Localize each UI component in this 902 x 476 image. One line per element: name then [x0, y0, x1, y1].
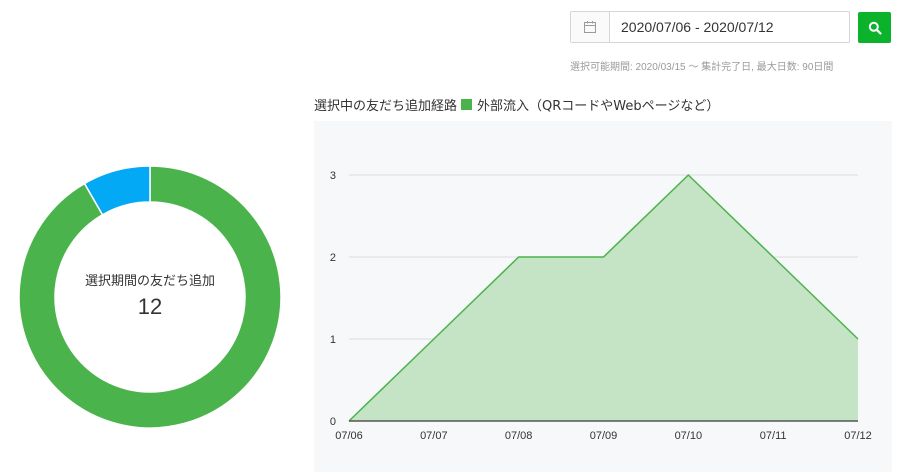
search-button[interactable]	[858, 12, 891, 43]
x-tick-label: 07/06	[335, 430, 363, 442]
data-point[interactable]	[685, 172, 691, 178]
x-tick-label: 07/09	[590, 430, 618, 442]
data-point[interactable]	[431, 336, 437, 342]
x-tick-label: 07/07	[420, 430, 448, 442]
donut-chart: 選択期間の友だち追加 12	[18, 165, 282, 429]
search-icon	[868, 21, 882, 35]
area-chart-panel: 0 1 2 3 07/06 07/07 07/08 07/09 07/10 07/11 07/12	[314, 121, 892, 472]
chart-title: 選択中の友だち追加経路	[314, 99, 458, 114]
data-point[interactable]	[601, 254, 607, 260]
x-tick-label: 07/12	[844, 430, 872, 442]
chart-legend: 選択中の友だち追加経路 外部流入（QRコードやWebページなど）	[314, 95, 719, 114]
data-point[interactable]	[516, 254, 522, 260]
y-tick-label: 2	[330, 252, 336, 264]
y-tick-label: 0	[330, 416, 336, 428]
x-tick-label: 07/11	[760, 430, 787, 442]
donut-center-label: 選択期間の友だち追加	[84, 274, 215, 289]
y-tick-label: 1	[330, 334, 336, 346]
donut-center-value: 12	[137, 294, 163, 319]
data-point[interactable]	[855, 336, 861, 342]
legend-swatch	[461, 99, 473, 110]
selectable-period-note: 選択可能期間: 2020/03/15 〜 集計完了日, 最大日数: 90日間	[570, 62, 834, 73]
calendar-icon[interactable]	[571, 12, 610, 42]
legend-label: 外部流入（QRコードやWebページなど）	[477, 99, 720, 114]
x-tick-label: 07/08	[505, 430, 533, 442]
y-tick-label: 3	[330, 170, 336, 182]
date-range-input[interactable]: 2020/07/06 - 2020/07/12	[610, 12, 849, 42]
x-tick-label: 07/10	[675, 430, 703, 442]
data-point[interactable]	[770, 254, 776, 260]
date-range-picker[interactable]: 2020/07/06 - 2020/07/12	[570, 11, 850, 43]
series-area	[349, 175, 858, 421]
